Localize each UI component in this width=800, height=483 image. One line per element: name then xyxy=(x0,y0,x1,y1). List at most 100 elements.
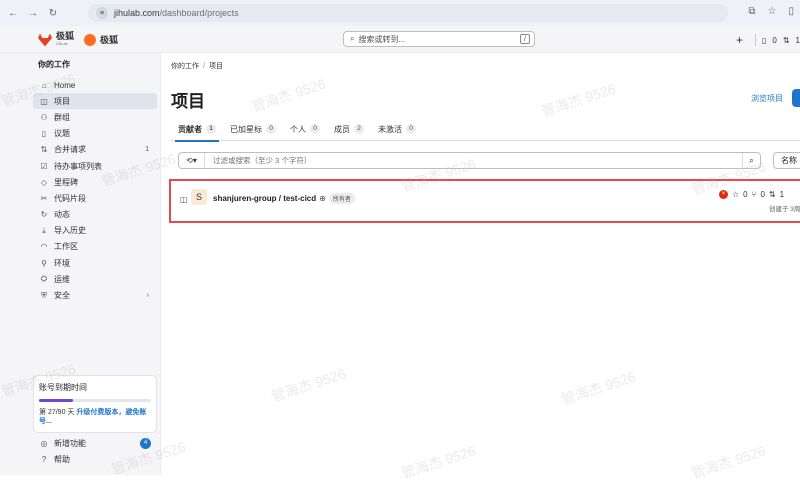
sidebar-item-activity[interactable]: ↻ 动态 xyxy=(33,207,157,223)
merge-request-icon: ⇅ xyxy=(40,145,48,155)
todo-icon: ☑ xyxy=(40,161,48,171)
sidebar-item-workspace[interactable]: ◠ 工作区 xyxy=(33,239,157,255)
breadcrumb-item[interactable]: 项目 xyxy=(209,63,223,70)
trial-widget[interactable]: 账号到期时间 第 27/90 天 升级付费版本，避免账号... xyxy=(33,375,157,433)
fork-icon[interactable]: ⑂ xyxy=(752,190,757,199)
tab-count: 2 xyxy=(354,124,364,134)
sidebar-item-label: 工作区 xyxy=(54,242,78,252)
tab-1[interactable]: 已加星标 0 xyxy=(223,117,283,141)
sidebar-item-home[interactable]: ⌂ Home xyxy=(33,77,157,93)
tab-count: 0 xyxy=(266,124,276,134)
tab-2[interactable]: 个人 0 xyxy=(283,117,327,141)
chevron-right-icon: › xyxy=(146,292,149,300)
whats-new-badge: 4 xyxy=(140,437,151,449)
sidebar-item-label: 议题 xyxy=(54,129,70,139)
browse-projects-link[interactable]: 浏览项目 xyxy=(751,93,783,104)
breadcrumb-separator: / xyxy=(203,63,205,70)
sidebar-title: 你的工作 xyxy=(38,60,70,69)
merge-request-icon[interactable]: ⇅ xyxy=(783,36,790,45)
sidebar-nav: ⌂ Home ◫ 项目 ⚇ 群组 ▯ 议题 ⇅ 合并请求 1 ☑ 待办事项列表 ◇ 里程碑 ✂ 代码片段 ↻ 动态 ⤓… xyxy=(33,77,157,304)
trial-progress xyxy=(39,399,151,402)
created-time: 创建于 3周 xyxy=(769,206,800,213)
tab-label: 个人 xyxy=(290,124,306,134)
trial-title: 账号到期时间 xyxy=(39,383,87,392)
sidebar-item-label: 环境 xyxy=(54,258,70,268)
filter-bar[interactable]: ⟲▾ 过滤或搜索（至少 3 个字符） ⌕ xyxy=(178,152,761,169)
sidebar-item-issues[interactable]: ▯ 议题 xyxy=(33,126,157,142)
trial-progress-fill xyxy=(39,399,73,402)
address-bar[interactable]: ≡ jihulab.com/dashboard/projects xyxy=(88,4,728,22)
tab-3[interactable]: 成员 2 xyxy=(327,117,371,141)
sidebar-item-label: 动态 xyxy=(54,210,70,220)
sidebar-item-whats-new[interactable]: ◎ 新增功能 4 xyxy=(33,435,157,451)
site-settings-icon[interactable]: ≡ xyxy=(96,7,108,19)
project-name-block: shanjuren-group / test-cicd ⊕ 所有者 xyxy=(213,193,355,204)
trial-days: 第 27/90 天 xyxy=(39,409,75,416)
recent-searches-icon[interactable]: ⟲▾ xyxy=(179,153,205,168)
milestone-icon: ◇ xyxy=(40,177,48,187)
jihu-logo-icon xyxy=(84,34,97,46)
sidebar-item-project[interactable]: ◫ 项目 xyxy=(33,93,157,110)
sidebar-item-snippet[interactable]: ✂ 代码片段 xyxy=(33,190,157,206)
project-row[interactable]: ◫ S shanjuren-group / test-cicd ⊕ 所有者 × … xyxy=(169,179,800,223)
issues-icon[interactable]: ▯ xyxy=(762,36,766,45)
sidebar-item-operations[interactable]: ⛭ 运维 xyxy=(33,271,157,287)
project-tabs: 贡献者 1 已加星标 0 个人 0 成员 2 未激活 0 xyxy=(171,117,800,142)
role-badge: 所有者 xyxy=(328,193,355,204)
sidebar-item-security[interactable]: ⛨ 安全 › xyxy=(33,287,157,303)
sidebar-item-environment[interactable]: ⚲ 环境 xyxy=(33,255,157,271)
app-header: 极狐 GitLab 极狐 ⌕ 搜索或转到... / + ▯ 0 ⇅ 1 xyxy=(0,26,800,53)
url-path: /dashboard/projects xyxy=(159,8,239,18)
tab-count: 0 xyxy=(406,124,416,134)
sidebar-item-label: 群组 xyxy=(54,112,70,122)
star-count: 0 xyxy=(743,190,748,199)
issues-count: 0 xyxy=(772,35,777,45)
tab-label: 未激活 xyxy=(378,124,402,134)
project-name-link[interactable]: shanjuren-group / test-cicd xyxy=(213,194,316,203)
sidebar-item-merge-request[interactable]: ⇅ 合并请求 1 xyxy=(33,142,157,158)
workspace-icon: ◠ xyxy=(40,242,48,252)
brand-sub: GitLab xyxy=(56,41,68,46)
tab-4[interactable]: 未激活 0 xyxy=(371,117,423,141)
public-visibility-icon: ⊕ xyxy=(319,194,326,203)
install-icon[interactable]: ⧉ xyxy=(748,6,755,17)
sidebar-item-label: 项目 xyxy=(54,96,70,106)
extensions-icon[interactable]: ▯ xyxy=(788,6,794,17)
back-icon[interactable]: ← xyxy=(6,6,20,20)
mr-count: 1 xyxy=(779,190,785,199)
tab-count: 0 xyxy=(310,124,320,134)
sidebar-item-group[interactable]: ⚇ 群组 xyxy=(33,109,157,125)
bookmark-star-icon[interactable]: ☆ xyxy=(768,6,777,17)
tab-0[interactable]: 贡献者 1 xyxy=(171,117,223,142)
search-icon[interactable]: ⌕ xyxy=(742,153,760,168)
search-input[interactable]: ⌕ 搜索或转到... / xyxy=(343,31,535,47)
merge-request-icon[interactable]: ⇅ xyxy=(769,190,776,199)
browser-toolbar: ← → ↻ ≡ jihulab.com/dashboard/projects ⧉… xyxy=(0,0,800,26)
whats-new-icon: ◎ xyxy=(40,438,48,448)
pipeline-failed-icon[interactable]: × xyxy=(719,190,728,199)
star-icon[interactable]: ☆ xyxy=(732,190,739,199)
new-project-button[interactable] xyxy=(792,89,800,107)
brand-text: 极狐 GitLab xyxy=(56,32,74,48)
filter-input[interactable]: 过滤或搜索（至少 3 个字符） xyxy=(205,155,311,166)
logo[interactable]: 极狐 GitLab 极狐 xyxy=(38,32,118,48)
project-icon: ◫ xyxy=(180,195,188,204)
trial-detail: 第 27/90 天 升级付费版本，避免账号... xyxy=(39,408,151,426)
sort-dropdown[interactable]: 名称 xyxy=(773,152,800,169)
breadcrumb-item[interactable]: 你的工作 xyxy=(171,63,199,70)
operations-icon: ⛭ xyxy=(40,274,48,284)
search-shortcut: / xyxy=(520,34,530,44)
sidebar-item-milestone[interactable]: ◇ 里程碑 xyxy=(33,174,157,190)
sidebar-item-import[interactable]: ⤓ 导入历史 xyxy=(33,223,157,239)
sidebar-footer: ◎ 新增功能 4 ? 帮助 xyxy=(33,435,157,467)
sidebar-item-todo[interactable]: ☑ 待办事项列表 xyxy=(33,158,157,174)
reload-icon[interactable]: ↻ xyxy=(46,6,60,20)
tab-label: 成员 xyxy=(334,124,350,134)
sidebar-item-help[interactable]: ? 帮助 xyxy=(33,451,157,467)
forward-icon[interactable]: → xyxy=(26,6,40,20)
breadcrumb: 你的工作 / 项目 xyxy=(171,61,223,71)
fork-count: 0 xyxy=(760,190,765,199)
create-new-button[interactable]: + xyxy=(736,33,743,47)
home-icon: ⌂ xyxy=(41,80,47,90)
gitlab-fox-icon xyxy=(38,33,52,47)
